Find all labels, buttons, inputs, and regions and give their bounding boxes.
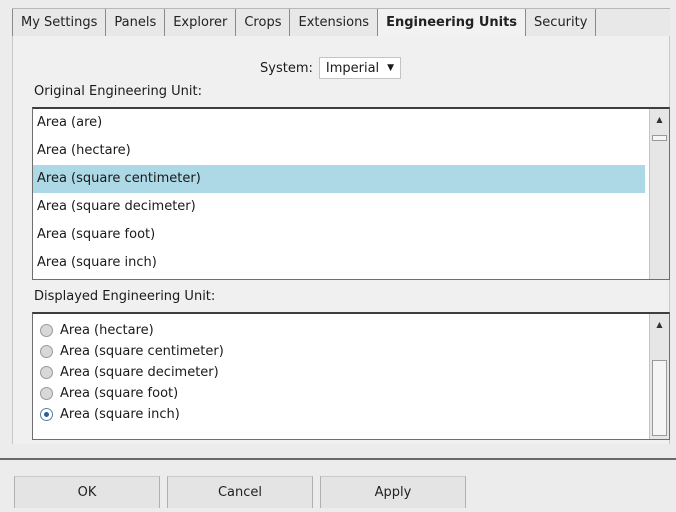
- list-item[interactable]: Area (are): [33, 109, 645, 137]
- displayed-list-scrollbar[interactable]: ▲: [649, 314, 669, 439]
- list-item[interactable]: Area (square foot): [33, 221, 645, 249]
- list-item[interactable]: Area (square decimeter): [33, 193, 645, 221]
- radio-list-item[interactable]: Area (square foot): [33, 383, 645, 404]
- radio-list-item[interactable]: Area (square centimeter): [33, 341, 645, 362]
- tab-bar-filler: [596, 9, 670, 36]
- apply-button[interactable]: Apply: [320, 476, 466, 508]
- system-label: System:: [260, 60, 313, 76]
- radio-list-item[interactable]: Area (square decimeter): [33, 362, 645, 383]
- cancel-button[interactable]: Cancel: [167, 476, 313, 508]
- list-item[interactable]: Area (square inch): [33, 249, 645, 277]
- system-select-value: Imperial: [325, 60, 380, 76]
- scroll-up-arrow-icon[interactable]: ▲: [650, 115, 669, 124]
- radio-label: Area (hectare): [60, 323, 154, 338]
- scroll-up-arrow-icon[interactable]: ▲: [650, 320, 669, 329]
- scrollbar-thumb[interactable]: [652, 360, 667, 436]
- tab-extensions[interactable]: Extensions: [290, 9, 379, 36]
- system-select[interactable]: Imperial ▼: [318, 57, 402, 79]
- list-item[interactable]: Area (square centimeter): [33, 165, 645, 193]
- radio-button[interactable]: [40, 345, 53, 358]
- list-item[interactable]: Area (hectare): [33, 137, 645, 165]
- tab-bar: My Settings Panels Explorer Crops Extens…: [12, 8, 670, 36]
- tab-engineering-units[interactable]: Engineering Units: [378, 9, 527, 36]
- tab-panels[interactable]: Panels: [106, 9, 166, 36]
- radio-label: Area (square inch): [60, 407, 180, 422]
- radio-button[interactable]: [40, 408, 53, 421]
- original-list-scrollbar[interactable]: ▲: [649, 109, 669, 279]
- radio-list-item[interactable]: Area (hectare): [33, 320, 645, 341]
- system-row: System: Imperial ▼: [260, 55, 402, 81]
- radio-label: Area (square decimeter): [60, 365, 219, 380]
- tab-explorer[interactable]: Explorer: [165, 9, 237, 36]
- original-unit-list[interactable]: Area (are) Area (hectare) Area (square cen…: [32, 107, 670, 280]
- ok-button[interactable]: OK: [14, 476, 160, 508]
- radio-label: Area (square centimeter): [60, 344, 224, 359]
- scrollbar-thumb[interactable]: [652, 135, 667, 141]
- chevron-down-icon: ▼: [387, 63, 395, 73]
- radio-list-item[interactable]: Area (square inch): [33, 404, 645, 425]
- original-unit-items: Area (are) Area (hectare) Area (square cen…: [33, 109, 669, 277]
- tab-my-settings[interactable]: My Settings: [12, 9, 107, 36]
- radio-button[interactable]: [40, 387, 53, 400]
- radio-label: Area (square foot): [60, 386, 179, 401]
- radio-button[interactable]: [40, 366, 53, 379]
- button-divider: [0, 458, 676, 460]
- displayed-unit-label: Displayed Engineering Unit:: [34, 289, 216, 304]
- displayed-unit-items: Area (hectare) Area (square centimeter) Ar…: [33, 320, 645, 425]
- displayed-unit-list[interactable]: Area (hectare) Area (square centimeter) Ar…: [32, 312, 670, 440]
- tab-security[interactable]: Security: [526, 9, 597, 36]
- tab-crops[interactable]: Crops: [236, 9, 291, 36]
- radio-button[interactable]: [40, 324, 53, 337]
- original-unit-label: Original Engineering Unit:: [34, 84, 202, 99]
